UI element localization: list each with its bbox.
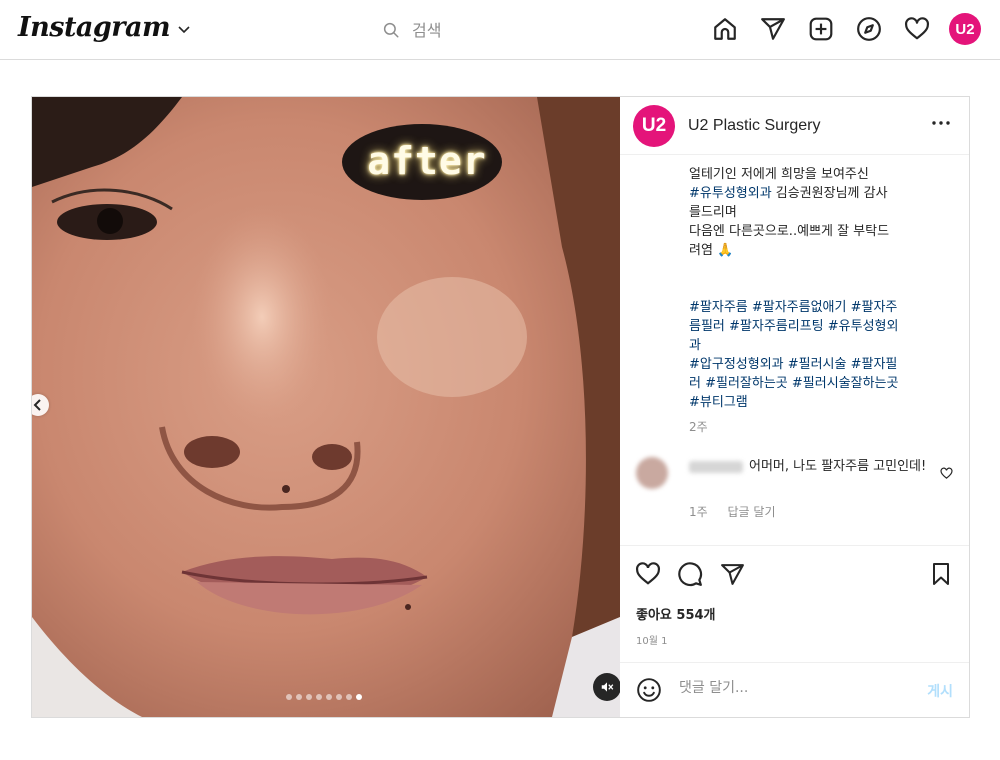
new-post-icon[interactable] [804,12,838,46]
comment-time: 1주 [689,505,708,519]
carousel-dot [306,694,312,700]
carousel-dot [336,694,342,700]
commenter-avatar[interactable] [636,457,668,489]
hashtag-line[interactable]: #압구정성형외과 #필러시술 #팔자필 [689,355,941,374]
comment-like-icon[interactable] [940,467,953,480]
hashtag-line[interactable]: 름필러 #팔자주름리프팅 #유투성형외 [689,317,941,336]
caption-spacer [689,260,941,298]
author-avatar[interactable]: U2 [633,105,675,147]
heart-icon [636,562,660,585]
heart-icon[interactable] [900,12,934,46]
carousel-dot [346,694,352,700]
search-input[interactable] [410,19,614,41]
caption-line: 려염 🙏 [689,243,734,258]
speaker-muted-icon [601,682,614,692]
mute-button[interactable] [593,673,620,701]
like-button[interactable] [634,560,662,588]
caption-timestamp: 2주 [689,420,708,434]
save-button[interactable] [927,560,955,588]
carousel-dot [286,694,292,700]
carousel-dot [316,694,322,700]
search-icon [383,22,399,38]
caption-line: 얼테기인 저에게 희망을 보여주신 [689,167,869,182]
home-icon[interactable] [708,12,742,46]
hashtag-line[interactable]: #뷰티그램 [689,393,941,412]
avatar: U2 [949,13,981,45]
chevron-left-icon [33,399,41,411]
explore-icon[interactable] [852,12,886,46]
carousel-indicator [286,694,366,700]
nav-icons: U2 [694,12,982,46]
post-actions: 좋아요 554개 10월 1 게시 [620,545,969,718]
caption-line: 를드리며 [689,205,737,220]
post-date: 10월 1 [636,636,668,647]
comment-text-block: 어머머, 나도 팔자주름 고민인데! [689,457,929,477]
author-username[interactable]: U2 Plastic Surgery [688,117,821,135]
bookmark-icon [933,563,949,585]
comment-button[interactable] [676,560,704,588]
post-card: after U2 U2 Plastic Surgery 얼테기인 저에게 희망을… [31,96,970,718]
post-detail-panel: U2 U2 Plastic Surgery 얼테기인 저에게 희망을 보여주신 … [620,97,969,717]
hashtag-line[interactable]: 러 #필러잘하는곳 #필러시술잘하는곳 [689,374,941,393]
add-comment-bar: 게시 [620,662,969,719]
caption-text: 김승권원장님께 감사 [771,186,888,201]
comment-icon [678,562,703,587]
reply-button[interactable]: 답글 달기 [728,505,776,519]
post-comment-button[interactable]: 게시 [927,681,953,701]
logo-switcher[interactable]: Instagram [18,12,190,43]
instagram-logo[interactable]: Instagram [18,12,171,43]
carousel-dot [296,694,302,700]
carousel-dot [356,694,362,700]
more-options-button[interactable] [929,113,953,133]
top-navigation: Instagram U2 [0,0,1000,60]
like-count[interactable]: 좋아요 554개 [636,604,716,623]
carousel-dot [326,694,332,700]
overlay-text: after [367,139,487,183]
send-icon[interactable] [756,12,790,46]
commenter-username[interactable] [689,460,743,473]
caption-line: 다음엔 다른곳으로..예쁘게 잘 부탁드 [689,224,890,239]
post-caption: 얼테기인 저에게 희망을 보여주신 #유투성형외과 김승권원장님께 감사 를드리… [689,165,941,412]
emoji-icon[interactable] [636,677,662,703]
search-bar[interactable] [382,18,642,42]
hashtag-line[interactable]: #팔자주름 #팔자주름없애기 #팔자주 [689,298,941,317]
hashtag-line[interactable]: 과 [689,336,941,355]
comment-input[interactable] [677,679,901,697]
hashtag-link[interactable]: #유투성형외과 [689,186,772,201]
post-header: U2 U2 Plastic Surgery [620,97,969,155]
comment-text: 어머머, 나도 팔자주름 고민인데! [749,459,927,474]
share-button[interactable] [718,560,746,588]
face-photo [32,97,620,717]
caption-line: #유투성형외과 김승권원장님께 감사 [689,184,941,203]
post-media[interactable]: after [32,97,620,717]
more-horizontal-icon [932,121,950,125]
chevron-down-icon[interactable] [178,25,190,34]
send-icon [720,563,744,585]
profile-avatar[interactable]: U2 [948,12,982,46]
comment-meta: 1주 답글 달기 [689,503,792,520]
